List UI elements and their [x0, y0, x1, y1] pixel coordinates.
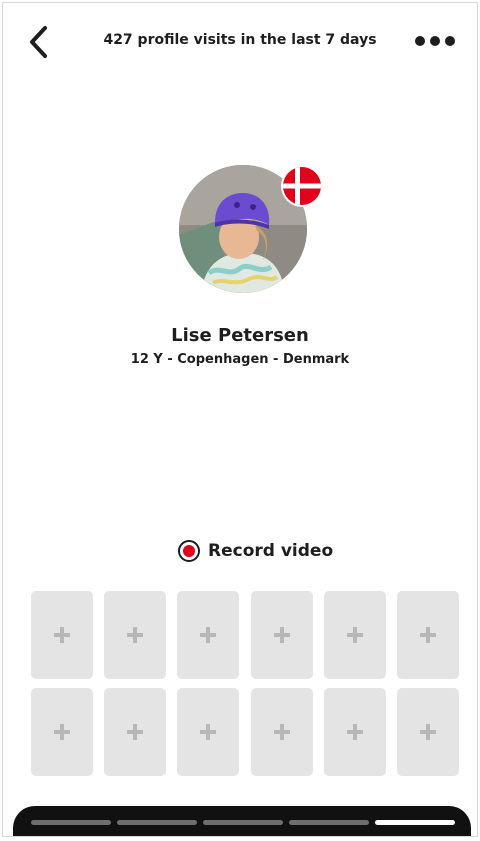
- plus-icon: [346, 627, 363, 643]
- add-video-slot[interactable]: [396, 688, 459, 776]
- page-indicator-bar: [13, 806, 471, 836]
- plus-icon: [127, 724, 144, 740]
- profile-visits-title: 427 profile visits in the last 7 days: [103, 32, 377, 48]
- add-video-slot[interactable]: [250, 591, 313, 679]
- more-dot-icon: [415, 36, 425, 46]
- plus-icon: [419, 627, 436, 643]
- plus-icon: [200, 724, 217, 740]
- profile-avatar-group: [179, 165, 323, 295]
- plus-icon: [127, 627, 144, 643]
- profile-details: 12 Y - Copenhagen - Denmark: [130, 352, 350, 367]
- add-video-slot[interactable]: [396, 591, 459, 679]
- page-indicator-segment[interactable]: [289, 820, 369, 825]
- add-video-slot[interactable]: [323, 688, 386, 776]
- page-indicator-segment[interactable]: [117, 820, 197, 825]
- add-video-slot[interactable]: [31, 688, 93, 776]
- profile-name: Lise Petersen: [171, 325, 309, 346]
- record-video-label: Record video: [208, 541, 334, 561]
- plus-icon: [419, 724, 436, 740]
- add-video-slot[interactable]: [104, 688, 167, 776]
- plus-icon: [273, 627, 290, 643]
- plus-icon: [346, 724, 363, 740]
- add-video-slot[interactable]: [177, 591, 240, 679]
- video-slots-grid: [31, 591, 459, 776]
- more-options-button[interactable]: [415, 31, 455, 51]
- plus-icon: [54, 627, 70, 643]
- page-indicator-segment[interactable]: [31, 820, 111, 825]
- add-video-slot[interactable]: [31, 591, 93, 679]
- plus-icon: [54, 724, 70, 740]
- add-video-slot[interactable]: [323, 591, 386, 679]
- denmark-flag-icon: [281, 165, 323, 207]
- page-indicator-segment[interactable]: [203, 820, 283, 825]
- add-video-slot[interactable]: [250, 688, 313, 776]
- phone-screen: 427 profile visits in the last 7 days Li…: [2, 2, 478, 837]
- record-icon: [178, 540, 200, 562]
- record-video-button[interactable]: Record video: [178, 538, 333, 564]
- plus-icon: [200, 627, 217, 643]
- plus-icon: [273, 724, 290, 740]
- more-dot-icon: [445, 36, 455, 46]
- add-video-slot[interactable]: [104, 591, 167, 679]
- header-bar: 427 profile visits in the last 7 days: [3, 21, 477, 63]
- more-dot-icon: [430, 36, 440, 46]
- page-indicator-segment-active[interactable]: [375, 820, 455, 825]
- add-video-slot[interactable]: [177, 688, 240, 776]
